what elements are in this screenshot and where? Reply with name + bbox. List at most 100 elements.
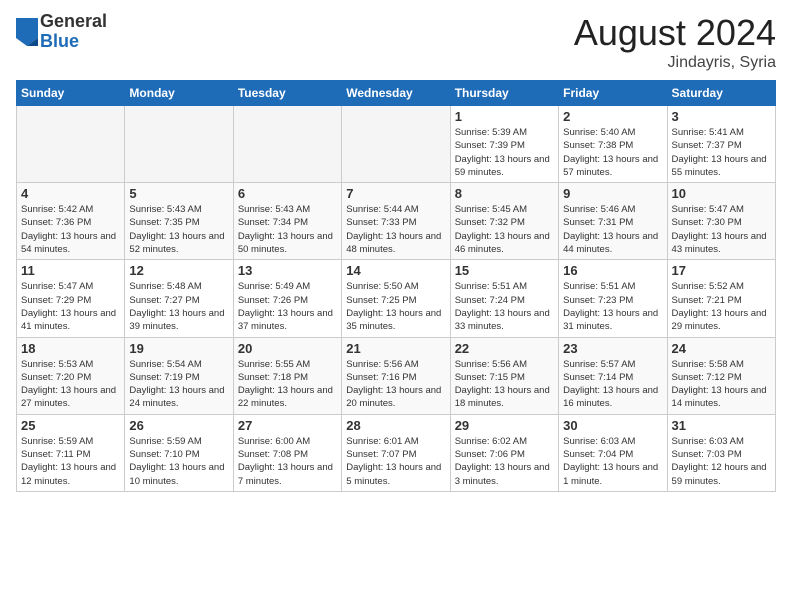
day-number: 13: [238, 263, 337, 278]
day-info: Sunrise: 5:59 AMSunset: 7:11 PMDaylight:…: [21, 435, 120, 488]
table-cell: 28 Sunrise: 6:01 AMSunset: 7:07 PMDayligh…: [342, 414, 450, 491]
day-number: 24: [672, 341, 771, 356]
table-cell: 31 Sunrise: 6:03 AMSunset: 7:03 PMDayligh…: [667, 414, 775, 491]
week-row-3: 18 Sunrise: 5:53 AMSunset: 7:20 PMDayligh…: [17, 337, 776, 414]
day-number: 7: [346, 186, 445, 201]
table-cell: 22 Sunrise: 5:56 AMSunset: 7:15 PMDayligh…: [450, 337, 558, 414]
day-info: Sunrise: 5:48 AMSunset: 7:27 PMDaylight:…: [129, 280, 228, 333]
table-cell: 7 Sunrise: 5:44 AMSunset: 7:33 PMDaylight…: [342, 183, 450, 260]
day-info: Sunrise: 5:47 AMSunset: 7:29 PMDaylight:…: [21, 280, 120, 333]
table-cell: 13Sunrise: 5:49 AMSunset: 7:26 PMDayligh…: [233, 260, 341, 337]
logo-icon: [16, 18, 38, 46]
day-number: 4: [21, 186, 120, 201]
table-cell: 1 Sunrise: 5:39 AMSunset: 7:39 PMDaylight…: [450, 106, 558, 183]
table-cell: 25 Sunrise: 5:59 AMSunset: 7:11 PMDayligh…: [17, 414, 125, 491]
day-info: Sunrise: 6:03 AMSunset: 7:04 PMDaylight:…: [563, 435, 662, 488]
day-number: 16: [563, 263, 662, 278]
week-row-1: 4 Sunrise: 5:42 AMSunset: 7:36 PMDaylight…: [17, 183, 776, 260]
header-wednesday: Wednesday: [342, 81, 450, 106]
table-cell: 10 Sunrise: 5:47 AMSunset: 7:30 PMDayligh…: [667, 183, 775, 260]
table-cell: 5 Sunrise: 5:43 AMSunset: 7:35 PMDaylight…: [125, 183, 233, 260]
table-cell: 9 Sunrise: 5:46 AMSunset: 7:31 PMDaylight…: [559, 183, 667, 260]
day-number: 26: [129, 418, 228, 433]
logo-general-text: General: [40, 12, 107, 32]
table-cell: 26 Sunrise: 5:59 AMSunset: 7:10 PMDayligh…: [125, 414, 233, 491]
day-info: Sunrise: 5:59 AMSunset: 7:10 PMDaylight:…: [129, 435, 228, 488]
day-number: 23: [563, 341, 662, 356]
day-info: Sunrise: 5:53 AMSunset: 7:20 PMDaylight:…: [21, 358, 120, 411]
calendar-table: Sunday Monday Tuesday Wednesday Thursday…: [16, 80, 776, 492]
day-number: 19: [129, 341, 228, 356]
day-number: 15: [455, 263, 554, 278]
day-number: 18: [21, 341, 120, 356]
week-row-4: 25 Sunrise: 5:59 AMSunset: 7:11 PMDayligh…: [17, 414, 776, 491]
table-cell: 19 Sunrise: 5:54 AMSunset: 7:19 PMDayligh…: [125, 337, 233, 414]
table-cell: 8 Sunrise: 5:45 AMSunset: 7:32 PMDaylight…: [450, 183, 558, 260]
day-info: Sunrise: 5:45 AMSunset: 7:32 PMDaylight:…: [455, 203, 554, 256]
table-cell: 20Sunrise: 5:55 AMSunset: 7:18 PMDayligh…: [233, 337, 341, 414]
day-info: Sunrise: 5:40 AMSunset: 7:38 PMDaylight:…: [563, 126, 662, 179]
day-number: 12: [129, 263, 228, 278]
table-cell: 6Sunrise: 5:43 AMSunset: 7:34 PMDaylight…: [233, 183, 341, 260]
week-row-2: 11 Sunrise: 5:47 AMSunset: 7:29 PMDayligh…: [17, 260, 776, 337]
day-number: 6: [238, 186, 337, 201]
weekday-header-row: Sunday Monday Tuesday Wednesday Thursday…: [17, 81, 776, 106]
table-cell: 2 Sunrise: 5:40 AMSunset: 7:38 PMDaylight…: [559, 106, 667, 183]
day-info: Sunrise: 5:42 AMSunset: 7:36 PMDaylight:…: [21, 203, 120, 256]
logo-text: General Blue: [40, 12, 107, 52]
day-info: Sunrise: 5:43 AMSunset: 7:35 PMDaylight:…: [129, 203, 228, 256]
day-number: 28: [346, 418, 445, 433]
day-info: Sunrise: 5:54 AMSunset: 7:19 PMDaylight:…: [129, 358, 228, 411]
table-cell: 29Sunrise: 6:02 AMSunset: 7:06 PMDayligh…: [450, 414, 558, 491]
table-cell: 24Sunrise: 5:58 AMSunset: 7:12 PMDayligh…: [667, 337, 775, 414]
header-sunday: Sunday: [17, 81, 125, 106]
header-tuesday: Tuesday: [233, 81, 341, 106]
table-cell: 27Sunrise: 6:00 AMSunset: 7:08 PMDayligh…: [233, 414, 341, 491]
table-cell: [125, 106, 233, 183]
table-cell: [233, 106, 341, 183]
day-info: Sunrise: 5:56 AMSunset: 7:16 PMDaylight:…: [346, 358, 445, 411]
table-cell: 23 Sunrise: 5:57 AMSunset: 7:14 PMDayligh…: [559, 337, 667, 414]
day-info: Sunrise: 5:52 AMSunset: 7:21 PMDaylight:…: [672, 280, 771, 333]
day-number: 3: [672, 109, 771, 124]
header: General Blue August 2024 Jindayris, Syri…: [16, 12, 776, 72]
day-number: 29: [455, 418, 554, 433]
day-info: Sunrise: 5:39 AMSunset: 7:39 PMDaylight:…: [455, 126, 554, 179]
day-info: Sunrise: 5:51 AMSunset: 7:24 PMDaylight:…: [455, 280, 554, 333]
day-info: Sunrise: 5:50 AMSunset: 7:25 PMDaylight:…: [346, 280, 445, 333]
day-number: 11: [21, 263, 120, 278]
table-cell: 17Sunrise: 5:52 AMSunset: 7:21 PMDayligh…: [667, 260, 775, 337]
day-info: Sunrise: 6:01 AMSunset: 7:07 PMDaylight:…: [346, 435, 445, 488]
table-cell: 16Sunrise: 5:51 AMSunset: 7:23 PMDayligh…: [559, 260, 667, 337]
day-number: 8: [455, 186, 554, 201]
day-info: Sunrise: 5:46 AMSunset: 7:31 PMDaylight:…: [563, 203, 662, 256]
table-cell: 30Sunrise: 6:03 AMSunset: 7:04 PMDayligh…: [559, 414, 667, 491]
day-number: 1: [455, 109, 554, 124]
day-info: Sunrise: 5:57 AMSunset: 7:14 PMDaylight:…: [563, 358, 662, 411]
day-info: Sunrise: 6:00 AMSunset: 7:08 PMDaylight:…: [238, 435, 337, 488]
header-friday: Friday: [559, 81, 667, 106]
day-number: 21: [346, 341, 445, 356]
table-cell: 15 Sunrise: 5:51 AMSunset: 7:24 PMDayligh…: [450, 260, 558, 337]
logo-blue-text: Blue: [40, 32, 107, 52]
day-info: Sunrise: 5:41 AMSunset: 7:37 PMDaylight:…: [672, 126, 771, 179]
day-number: 9: [563, 186, 662, 201]
day-info: Sunrise: 5:55 AMSunset: 7:18 PMDaylight:…: [238, 358, 337, 411]
week-row-0: 1 Sunrise: 5:39 AMSunset: 7:39 PMDaylight…: [17, 106, 776, 183]
day-number: 5: [129, 186, 228, 201]
day-number: 10: [672, 186, 771, 201]
day-info: Sunrise: 5:56 AMSunset: 7:15 PMDaylight:…: [455, 358, 554, 411]
day-number: 14: [346, 263, 445, 278]
day-info: Sunrise: 5:44 AMSunset: 7:33 PMDaylight:…: [346, 203, 445, 256]
page: General Blue August 2024 Jindayris, Syri…: [0, 0, 792, 612]
day-info: Sunrise: 6:03 AMSunset: 7:03 PMDaylight:…: [672, 435, 771, 488]
day-info: Sunrise: 5:47 AMSunset: 7:30 PMDaylight:…: [672, 203, 771, 256]
day-number: 2: [563, 109, 662, 124]
day-number: 31: [672, 418, 771, 433]
day-number: 25: [21, 418, 120, 433]
day-number: 22: [455, 341, 554, 356]
table-cell: 14 Sunrise: 5:50 AMSunset: 7:25 PMDayligh…: [342, 260, 450, 337]
table-cell: [17, 106, 125, 183]
title-block: August 2024 Jindayris, Syria: [574, 12, 776, 72]
header-thursday: Thursday: [450, 81, 558, 106]
